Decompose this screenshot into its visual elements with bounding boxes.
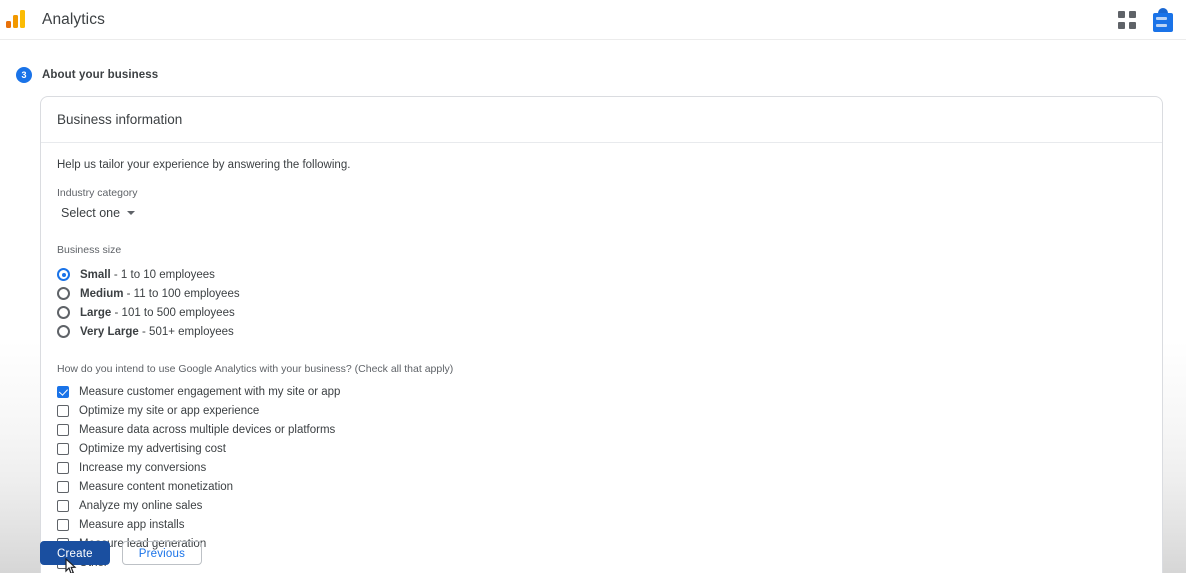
checkbox-measure-customer-engagement[interactable]: Measure customer engagement with my site… <box>57 382 1146 401</box>
industry-category-value: Select one <box>61 206 121 220</box>
checkbox-indicator[interactable] <box>57 385 69 398</box>
checkbox-label: Measure content monetization <box>79 480 234 493</box>
business-size-label: Business size <box>57 244 122 256</box>
checkbox-indicator[interactable] <box>57 480 69 493</box>
radio-business-size-small[interactable]: Small - 1 to 10 employees <box>57 265 1146 284</box>
radio-label: Small - 1 to 10 employees <box>80 269 215 281</box>
card-title: Business information <box>41 97 1162 143</box>
checkbox-measure-content-monetization[interactable]: Measure content monetization <box>57 477 1146 496</box>
industry-category-label: Industry category <box>57 187 138 199</box>
radio-indicator[interactable] <box>57 306 70 319</box>
checkbox-label: Measure customer engagement with my site… <box>79 385 341 398</box>
checkbox-indicator[interactable] <box>57 499 69 512</box>
checkbox-label: Measure app installs <box>79 518 185 531</box>
radio-business-size-large[interactable]: Large - 101 to 500 employees <box>57 303 1146 322</box>
checkbox-indicator[interactable] <box>57 518 69 531</box>
app-bar: Analytics <box>0 0 1186 40</box>
checkbox-label: Increase my conversions <box>79 461 207 474</box>
business-information-card: Business information Help us tailor your… <box>40 96 1163 573</box>
radio-indicator[interactable] <box>57 287 70 300</box>
radio-label-detail: - 1 to 10 employees <box>110 268 215 281</box>
industry-category-select[interactable]: Select one <box>57 204 139 222</box>
form-footer: Create Previous <box>0 532 1186 573</box>
previous-button[interactable]: Previous <box>121 540 203 565</box>
chevron-down-icon <box>127 211 136 215</box>
card-body: Help us tailor your experience by answer… <box>41 143 1162 573</box>
radio-label-detail: - 501+ employees <box>138 325 234 338</box>
checkbox-measure-data-multiple-devices[interactable]: Measure data across multiple devices or … <box>57 420 1146 439</box>
step-label: About your business <box>42 69 159 81</box>
create-button[interactable]: Create <box>40 540 110 565</box>
helper-text: Help us tailor your experience by answer… <box>57 159 351 171</box>
business-size-group: Business size Small - 1 to 10 employees … <box>57 244 1146 341</box>
checkbox-increase-conversions[interactable]: Increase my conversions <box>57 458 1146 477</box>
checkbox-indicator[interactable] <box>57 442 69 455</box>
radio-label-name: Small <box>80 268 111 281</box>
checkbox-indicator[interactable] <box>57 461 69 474</box>
analytics-bars-icon <box>6 8 30 32</box>
radio-label: Very Large - 501+ employees <box>80 326 234 338</box>
checkbox-label: Optimize my site or app experience <box>79 404 260 417</box>
step-number-badge: 3 <box>16 67 32 83</box>
checkbox-analyze-online-sales[interactable]: Analyze my online sales <box>57 496 1146 515</box>
radio-label: Medium - 11 to 100 employees <box>80 288 240 300</box>
radio-label-name: Large <box>80 306 112 319</box>
radio-indicator[interactable] <box>57 325 70 338</box>
intent-question: How do you intend to use Google Analytic… <box>57 363 454 375</box>
apps-grid-icon[interactable] <box>1118 10 1136 29</box>
radio-label-name: Very Large <box>80 325 139 338</box>
radio-business-size-medium[interactable]: Medium - 11 to 100 employees <box>57 284 1146 303</box>
app-bar-actions <box>1118 7 1174 32</box>
checkbox-indicator[interactable] <box>57 423 69 436</box>
checkbox-label: Measure data across multiple devices or … <box>79 423 336 436</box>
checkbox-label: Optimize my advertising cost <box>79 442 226 455</box>
brand[interactable]: Analytics <box>4 8 105 32</box>
checkbox-optimize-site-experience[interactable]: Optimize my site or app experience <box>57 401 1146 420</box>
page-content: 3 About your business Business informati… <box>0 41 1186 573</box>
radio-label-name: Medium <box>80 287 124 300</box>
radio-label-detail: - 101 to 500 employees <box>111 306 235 319</box>
checkbox-label: Analyze my online sales <box>79 499 203 512</box>
radio-indicator[interactable] <box>57 268 70 281</box>
radio-business-size-very-large[interactable]: Very Large - 501+ employees <box>57 322 1146 341</box>
checkbox-optimize-advertising-cost[interactable]: Optimize my advertising cost <box>57 439 1146 458</box>
app-title: Analytics <box>42 10 105 28</box>
step-header: 3 About your business <box>0 41 1186 83</box>
radio-label: Large - 101 to 500 employees <box>80 307 235 319</box>
radio-label-detail: - 11 to 100 employees <box>123 287 240 300</box>
account-avatar-icon[interactable] <box>1152 7 1174 32</box>
checkbox-indicator[interactable] <box>57 404 69 417</box>
industry-category-field: Industry category Select one <box>57 187 1146 222</box>
